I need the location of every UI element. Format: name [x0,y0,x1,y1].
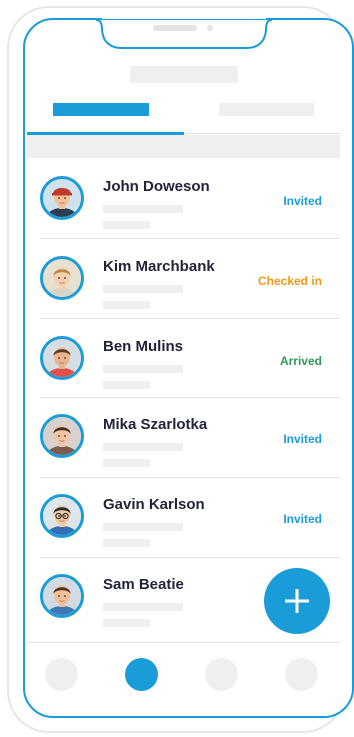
guest-status-badge: Invited [283,194,322,208]
guest-name: John Doweson [103,178,210,195]
guest-detail-placeholder [103,285,183,293]
guest-status-badge: Invited [283,512,322,526]
guest-detail-placeholder-short [103,539,150,547]
guest-avatar [40,494,84,538]
plus-icon [285,589,309,613]
guest-row[interactable]: Gavin Karlson Invited [40,478,340,556]
guest-status-badge: Invited [283,432,322,446]
guest-avatar [40,414,84,458]
guest-name: Kim Marchbank [103,258,215,275]
bottom-nav-item-4[interactable] [285,658,318,691]
guest-detail-placeholder [103,603,183,611]
bottom-nav-item-3[interactable] [205,658,238,691]
guest-detail-placeholder [103,523,183,531]
bottom-nav-item-2[interactable] [125,658,158,691]
guest-row[interactable]: John Doweson Invited [40,160,340,238]
guest-detail-placeholder-short [103,619,150,627]
guest-name: Mika Szarlotka [103,416,208,433]
guest-detail-placeholder-short [103,459,150,467]
guest-row[interactable]: Mika Szarlotka Invited [40,398,340,476]
speaker-grille [153,25,197,31]
guest-name: Sam Beatie [103,576,184,593]
guest-status-badge: Checked in [257,274,322,288]
guest-row[interactable]: Ben Mulins Arrived [40,320,340,398]
guest-status-badge: Arrived [279,354,322,368]
tab-second[interactable] [219,103,314,116]
tab-first[interactable] [53,103,149,116]
guest-avatar [40,176,84,220]
bottom-nav-divider [27,642,340,643]
guest-avatar [40,336,84,380]
guest-avatar [40,574,84,618]
list-header-placeholder [27,135,340,158]
guest-name: Ben Mulins [103,338,184,355]
tab-divider [184,133,340,134]
guest-detail-placeholder-short [103,381,150,389]
front-camera [207,25,213,31]
guest-name: Gavin Karlson [103,496,205,513]
bottom-nav-item-1[interactable] [45,658,78,691]
guest-row[interactable]: Kim Marchbank Checked in [40,240,340,318]
guest-avatar [40,256,84,300]
guest-detail-placeholder [103,205,183,213]
add-guest-button[interactable] [264,568,330,634]
guest-detail-placeholder-short [103,221,150,229]
page-title-placeholder [130,66,238,83]
guest-detail-placeholder [103,443,183,451]
row-divider [40,318,340,319]
guest-detail-placeholder [103,365,183,373]
guest-detail-placeholder-short [103,301,150,309]
row-divider [40,238,340,239]
